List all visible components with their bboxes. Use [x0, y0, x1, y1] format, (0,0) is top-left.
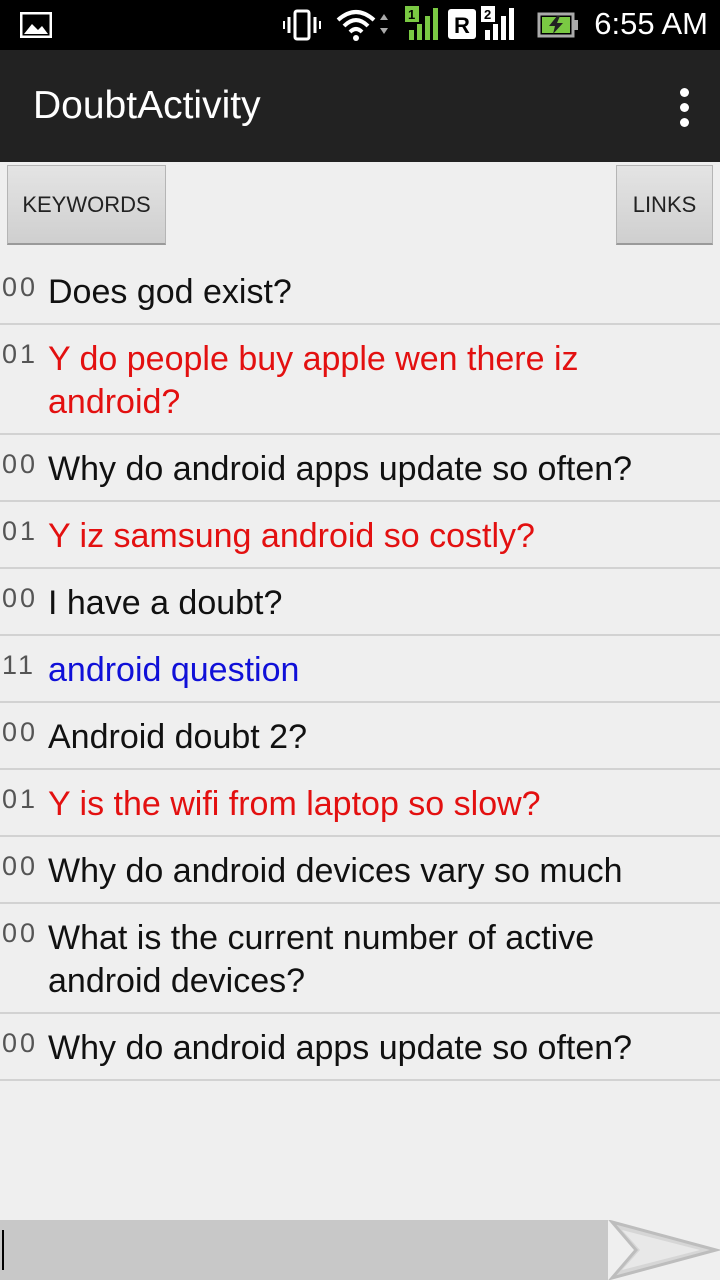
- page-title: DoubtActivity: [33, 84, 261, 127]
- keywords-button[interactable]: KEYWORDS: [7, 165, 166, 245]
- doubt-text: What is the current number of active and…: [48, 919, 595, 1000]
- doubt-code: 00: [2, 1028, 39, 1058]
- roaming-icon: R: [448, 9, 476, 39]
- status-time: 6:55 AM: [594, 6, 708, 41]
- list-item[interactable]: 01 Y iz samsung android so costly?: [0, 502, 720, 569]
- gallery-icon: [20, 12, 52, 38]
- overflow-menu-icon[interactable]: [678, 88, 690, 128]
- doubt-text: Why do android devices vary so much: [48, 852, 623, 890]
- list-item[interactable]: 01 Y do people buy apple wen there iz and…: [0, 325, 720, 435]
- list-item[interactable]: 00 Why do android apps update so often?: [0, 1014, 720, 1081]
- doubt-code: 00: [2, 717, 39, 747]
- doubt-text: Y is the wifi from laptop so slow?: [48, 785, 541, 823]
- doubt-code: 00: [2, 272, 39, 302]
- doubt-text: Does god exist?: [48, 273, 292, 311]
- doubt-text: Y do people buy apple wen there iz andro…: [48, 340, 579, 421]
- signal-sim1-icon: 1: [405, 6, 438, 40]
- doubt-code: 01: [2, 339, 39, 369]
- doubt-text: Y iz samsung android so costly?: [48, 517, 535, 555]
- links-button[interactable]: LINKS: [616, 165, 713, 245]
- svg-text:1: 1: [408, 7, 415, 22]
- doubt-code: 00: [2, 449, 39, 479]
- text-cursor: [2, 1230, 4, 1270]
- svg-text:2: 2: [484, 7, 491, 22]
- doubt-text: I have a doubt?: [48, 584, 283, 622]
- action-bar: DoubtActivity: [0, 50, 720, 162]
- vibrate-icon: [283, 9, 321, 41]
- list-item[interactable]: 00 Android doubt 2?: [0, 703, 720, 770]
- send-arrow-icon[interactable]: [608, 1220, 720, 1280]
- doubt-code: 00: [2, 918, 39, 948]
- message-input[interactable]: [0, 1220, 608, 1280]
- doubt-code: 00: [2, 851, 39, 881]
- signal-sim2-icon: 2: [481, 6, 514, 40]
- list-item[interactable]: 00 I have a doubt?: [0, 569, 720, 636]
- doubt-text: Why do android apps update so often?: [48, 450, 633, 488]
- status-bar: 1 R 2 6:55 AM: [0, 0, 720, 50]
- list-item[interactable]: 11 android question: [0, 636, 720, 703]
- wifi-icon: [336, 10, 388, 41]
- doubt-code: 01: [2, 784, 39, 814]
- doubt-text: android question: [48, 651, 300, 689]
- list-item[interactable]: 00 Does god exist?: [0, 258, 720, 325]
- doubt-list: 00 Does god exist? 01 Y do people buy apple…: [0, 258, 720, 1081]
- svg-text:R: R: [454, 13, 470, 38]
- doubt-code: 11: [2, 650, 37, 680]
- list-item[interactable]: 00 What is the current number of active a…: [0, 904, 720, 1014]
- battery-charging-icon: [537, 12, 578, 38]
- doubt-text: Android doubt 2?: [48, 718, 307, 756]
- doubt-text: Why do android apps update so often?: [48, 1029, 633, 1067]
- list-item[interactable]: 00 Why do android apps update so often?: [0, 435, 720, 502]
- list-item[interactable]: 00 Why do android devices vary so much: [0, 837, 720, 904]
- doubt-code: 00: [2, 583, 39, 613]
- doubt-code: 01: [2, 516, 39, 546]
- list-item[interactable]: 01 Y is the wifi from laptop so slow?: [0, 770, 720, 837]
